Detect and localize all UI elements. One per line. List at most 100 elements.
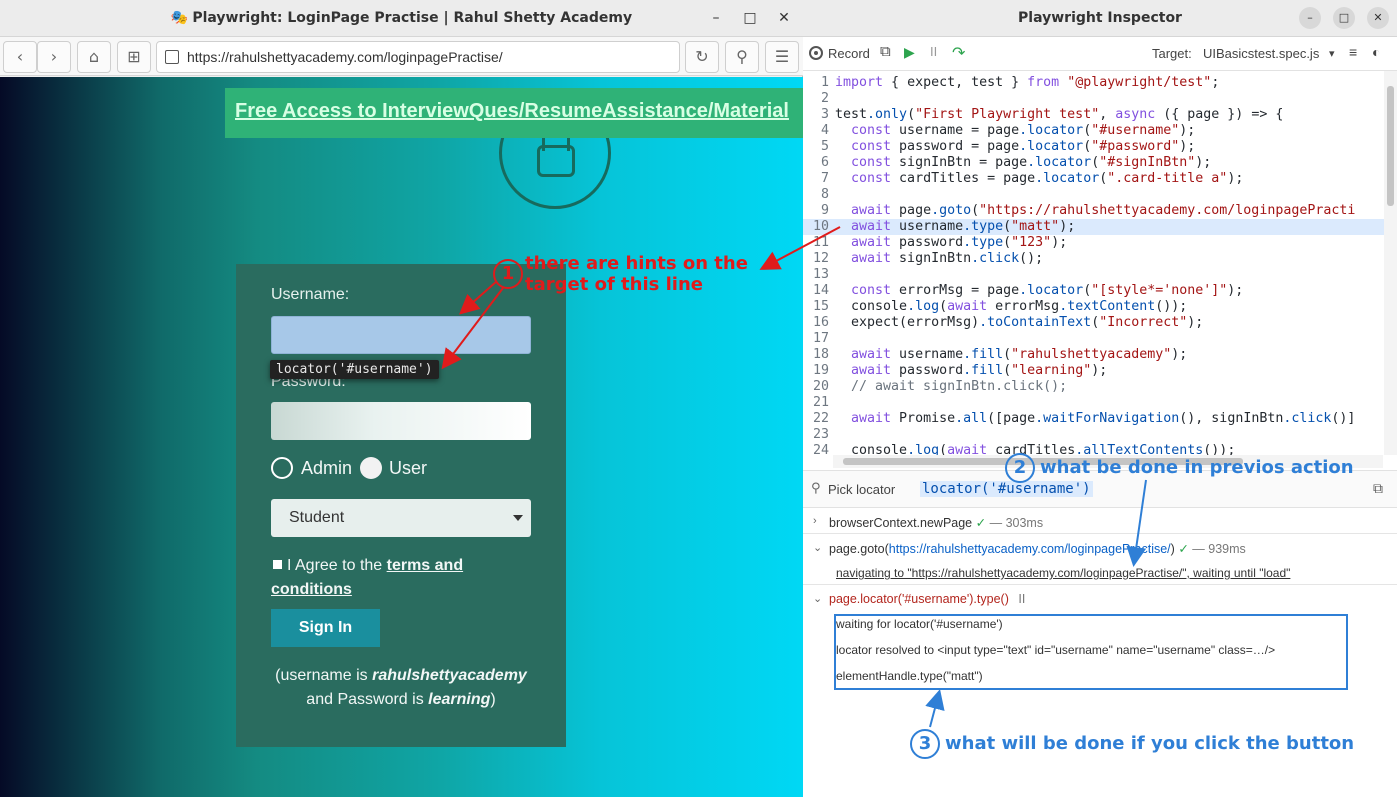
code-line[interactable]: 2 [803,91,1384,107]
url-text[interactable]: https://rahulshettyacademy.com/loginpage… [187,49,503,65]
record-icon[interactable] [809,46,823,60]
log-action: browserContext.newPage [829,516,973,530]
resume-icon[interactable]: ▶ [904,44,915,61]
maximize-button[interactable]: □ [738,6,762,30]
dropdown-arrow-icon [513,515,523,521]
line-number[interactable]: 16 [803,315,829,331]
back-button[interactable]: ‹ [3,41,37,73]
line-number[interactable]: 10 [803,219,829,235]
pause-icon[interactable]: II [930,44,937,59]
menu-button[interactable]: ☰ [765,41,799,73]
code-text: const username = page.locator("#username… [851,123,1196,138]
username-input[interactable] [271,316,531,354]
line-number[interactable]: 13 [803,267,829,283]
type-detail-line-2: locator resolved to <input type="text" i… [836,643,1276,657]
scrollbar-thumb[interactable] [1387,86,1394,206]
line-number[interactable]: 9 [803,203,829,219]
line-number[interactable]: 12 [803,251,829,267]
lock-icon [537,145,575,177]
code-line[interactable]: 14 const errorMsg = page.locator("[style… [803,283,1384,299]
log-entry-newpage[interactable]: › browserContext.newPage ✓ — 303ms [803,510,1397,534]
code-line[interactable]: 15 console.log(await errorMsg.textConten… [803,299,1384,315]
reload-button[interactable]: ↻ [685,41,719,73]
code-line[interactable]: 23 [803,427,1384,443]
line-number[interactable]: 23 [803,427,829,443]
line-number[interactable]: 6 [803,155,829,171]
code-line[interactable]: 11 await password.type("123"); [803,235,1384,251]
line-number[interactable]: 5 [803,139,829,155]
theme-toggle-icon[interactable]: ◐ [1372,44,1380,60]
forward-button[interactable]: › [37,41,71,73]
line-number[interactable]: 17 [803,331,829,347]
inspector-minimize-button[interactable]: – [1299,7,1321,29]
code-line[interactable]: 17 [803,331,1384,347]
line-number[interactable]: 7 [803,171,829,187]
search-button[interactable]: ⚲ [725,41,759,73]
code-line[interactable]: 18 await username.fill("rahulshettyacade… [803,347,1384,363]
pick-locator-button[interactable]: Pick locator [828,482,895,497]
locator-value[interactable]: locator('#username') [920,481,1093,497]
copy-locator-icon[interactable]: ⧉ [1373,481,1383,497]
line-number[interactable]: 18 [803,347,829,363]
home-button[interactable]: ⌂ [77,41,111,73]
code-line[interactable]: 4 const username = page.locator("#userna… [803,123,1384,139]
record-button[interactable]: Record [828,46,870,61]
close-button[interactable]: ✕ [772,6,796,30]
interview-banner-link[interactable]: Free Access to InterviewQues/ResumeAssis… [235,100,789,123]
inspector-close-button[interactable]: ✕ [1367,7,1389,29]
new-tab-button[interactable]: ⊞ [117,41,151,73]
code-vertical-scrollbar[interactable] [1384,71,1397,455]
password-input[interactable] [271,402,531,440]
step-over-icon[interactable]: ↷ [952,43,965,63]
line-number[interactable]: 1 [803,75,829,91]
address-bar[interactable]: https://rahulshettyacademy.com/loginpage… [156,41,680,73]
target-select[interactable]: UIBasicstest.spec.js [1203,46,1319,61]
code-line[interactable]: 8 [803,187,1384,203]
code-line[interactable]: 5 const password = page.locator("#passwo… [803,139,1384,155]
log-action-tail: ) [1170,542,1175,556]
code-line[interactable]: 9 await page.goto("https://rahulshettyac… [803,203,1384,219]
user-radio[interactable] [360,457,382,479]
minimize-button[interactable]: – [704,6,728,30]
line-number[interactable]: 15 [803,299,829,315]
list-icon[interactable]: ≡ [1349,44,1357,60]
line-number[interactable]: 11 [803,235,829,251]
log-entry-type-text: page.locator('#username').type() II [829,592,1025,606]
code-line[interactable]: 7 const cardTitles = page.locator(".card… [803,171,1384,187]
terms-text: I Agree to the terms and conditions [271,554,501,602]
line-number[interactable]: 19 [803,363,829,379]
chevron-down-icon[interactable]: ▾ [1329,47,1335,60]
code-line[interactable]: 19 await password.fill("learning"); [803,363,1384,379]
hint-part-2: and Password is [306,691,429,708]
code-line[interactable]: 24 console.log(await cardTitles.allTextC… [803,443,1384,455]
copy-icon[interactable]: ⧉ [880,43,891,60]
code-line[interactable]: 12 await signInBtn.click(); [803,251,1384,267]
hint-password: learning [428,691,491,708]
code-line[interactable]: 21 [803,395,1384,411]
page-info-icon[interactable] [165,50,179,64]
annotation-1-line-2: target of this line [525,274,703,295]
code-text: import { expect, test } from "@playwrigh… [835,75,1220,90]
pick-locator-icon[interactable]: ⚲ [811,481,821,496]
code-line[interactable]: 10 await username.type("matt"); [803,219,1384,235]
line-number[interactable]: 22 [803,411,829,427]
line-number[interactable]: 4 [803,123,829,139]
code-line[interactable]: 6 const signInBtn = page.locator("#signI… [803,155,1384,171]
line-number[interactable]: 2 [803,91,829,107]
line-number[interactable]: 3 [803,107,829,123]
line-number[interactable]: 14 [803,283,829,299]
line-number[interactable]: 8 [803,187,829,203]
role-select[interactable]: Student [271,499,531,537]
code-line[interactable]: 13 [803,267,1384,283]
line-number[interactable]: 24 [803,443,829,455]
code-line[interactable]: 1 import { expect, test } from "@playwrig… [803,75,1384,91]
code-line[interactable]: 22 await Promise.all([page.waitForNaviga… [803,411,1384,427]
line-number[interactable]: 21 [803,395,829,411]
code-line[interactable]: 16 expect(errorMsg).toContainText("Incor… [803,315,1384,331]
inspector-maximize-button[interactable]: □ [1333,7,1355,29]
code-line[interactable]: 3 test.only("First Playwright test", asyn… [803,107,1384,123]
line-number[interactable]: 20 [803,379,829,395]
sign-in-button[interactable]: Sign In [271,609,380,647]
admin-radio[interactable] [271,457,293,479]
code-line[interactable]: 20 // await signInBtn.click(); [803,379,1384,395]
